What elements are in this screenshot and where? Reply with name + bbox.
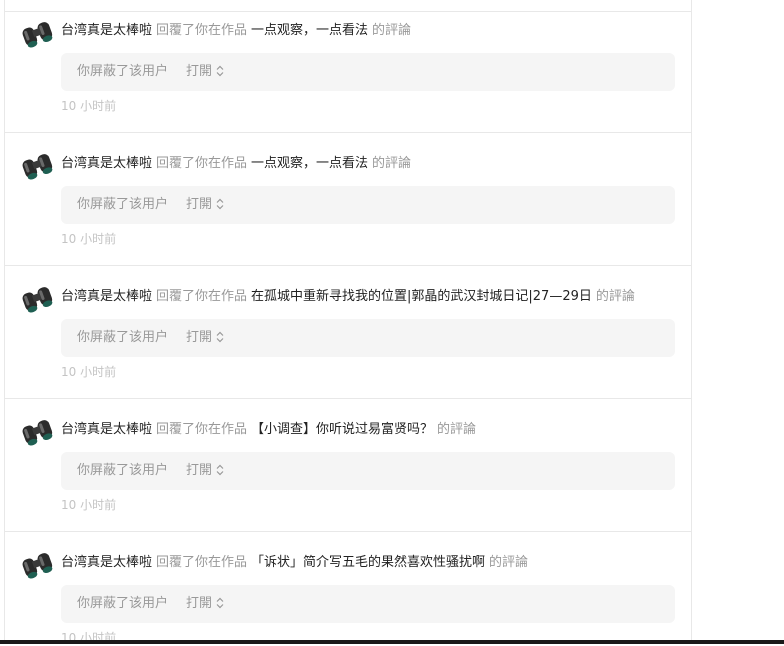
avatar[interactable] [20,148,54,182]
timestamp: 10 小时前 [61,498,117,512]
open-button[interactable]: 打開 [186,62,224,82]
notification-item: 台湾真是太棒啦 回覆了你在作品 「诉状」简介写五毛的果然喜欢性骚扰啊 的評論 你屏蔽了… [5,531,691,645]
action-text: 回覆了你在作品 [156,23,248,38]
blocked-notice: 你屏蔽了该用户 [77,596,169,611]
open-button[interactable]: 打開 [186,594,224,614]
binoculars-icon [22,420,53,446]
work-title-link[interactable]: 「诉状」简介写五毛的果然喜欢性骚扰啊 [251,555,485,570]
comment-suffix: 的評論 [372,23,412,38]
work-title-link[interactable]: 一点观察，一点看法 [251,23,368,38]
binoculars-icon [22,22,53,48]
action-text: 回覆了你在作品 [156,156,248,171]
notification-line: 台湾真是太棒啦 回覆了你在作品 「诉状」简介写五毛的果然喜欢性骚扰啊 的評論 [61,553,528,573]
blocked-notice: 你屏蔽了该用户 [77,463,169,478]
work-title-link[interactable]: 在孤城中重新寻找我的位置|郭晶的武汉封城日记|27—29日 [251,289,592,304]
avatar[interactable] [20,281,54,315]
open-label: 打開 [186,330,213,345]
binoculars-icon [22,154,53,180]
comment-suffix: 的評論 [595,289,635,304]
open-label: 打開 [186,596,213,611]
blocked-notice: 你屏蔽了该用户 [77,197,169,212]
comment-suffix: 的評論 [489,555,529,570]
open-label: 打開 [186,197,213,212]
comment-suffix: 的評論 [437,422,477,437]
chevron-updown-icon [216,597,224,608]
chevron-updown-icon [216,464,224,475]
blocked-content-box: 你屏蔽了该用户 打開 [61,53,675,91]
notification-item: 台湾真是太棒啦 回覆了你在作品 一点观察，一点看法 的評論 你屏蔽了该用户 打開 10… [5,132,691,266]
avatar[interactable] [20,547,54,581]
action-text: 回覆了你在作品 [156,555,248,570]
binoculars-icon [22,553,53,579]
action-text: 回覆了你在作品 [156,289,248,304]
open-button[interactable]: 打開 [186,328,224,348]
open-button[interactable]: 打開 [186,461,224,481]
username-link[interactable]: 台湾真是太棒啦 [61,23,152,38]
notification-item: 台湾真是太棒啦 回覆了你在作品 【小调查】你听说过易富贤吗？ 的評論 你屏蔽了该用户 … [5,398,691,532]
notification-line: 台湾真是太棒啦 回覆了你在作品 一点观察，一点看法 的評論 [61,21,411,41]
timestamp: 10 小时前 [61,232,117,246]
chevron-updown-icon [216,65,224,76]
notification-line: 台湾真是太棒啦 回覆了你在作品 【小调查】你听说过易富贤吗？ 的評論 [61,420,476,440]
avatar[interactable] [20,414,54,448]
binoculars-icon [22,287,53,313]
comment-suffix: 的評論 [372,156,412,171]
work-title-link[interactable]: 一点观察，一点看法 [251,156,368,171]
username-link[interactable]: 台湾真是太棒啦 [61,156,152,171]
username-link[interactable]: 台湾真是太棒啦 [61,422,152,437]
username-link[interactable]: 台湾真是太棒啦 [61,555,152,570]
blocked-content-box: 你屏蔽了该用户 打開 [61,585,675,623]
open-label: 打開 [186,64,213,79]
blocked-notice: 你屏蔽了该用户 [77,330,169,345]
open-button[interactable]: 打開 [186,195,224,215]
username-link[interactable]: 台湾真是太棒啦 [61,289,152,304]
chevron-updown-icon [216,331,224,342]
bottom-edge-bar [0,640,784,644]
blocked-content-box: 你屏蔽了该用户 打開 [61,186,675,224]
notification-line: 台湾真是太棒啦 回覆了你在作品 一点观察，一点看法 的評論 [61,154,411,174]
notification-line: 台湾真是太棒啦 回覆了你在作品 在孤城中重新寻找我的位置|郭晶的武汉封城日记|27—… [61,287,635,307]
timestamp: 10 小时前 [61,365,117,379]
avatar[interactable] [20,16,54,50]
notification-item: 台湾真是太棒啦 回覆了你在作品 一点观察，一点看法 的評論 你屏蔽了该用户 打開 10… [5,0,691,133]
notification-item: 台湾真是太棒啦 回覆了你在作品 在孤城中重新寻找我的位置|郭晶的武汉封城日记|27—… [5,265,691,399]
chevron-updown-icon [216,198,224,209]
blocked-notice: 你屏蔽了该用户 [77,64,169,79]
timestamp: 10 小时前 [61,99,117,113]
blocked-content-box: 你屏蔽了该用户 打開 [61,452,675,490]
work-title-link[interactable]: 【小调查】你听说过易富贤吗？ [251,422,433,437]
open-label: 打開 [186,463,213,478]
action-text: 回覆了你在作品 [156,422,248,437]
blocked-content-box: 你屏蔽了该用户 打開 [61,319,675,357]
notification-feed: 台湾真是太棒啦 回覆了你在作品 一点观察，一点看法 的評論 你屏蔽了该用户 打開 10… [4,0,692,645]
